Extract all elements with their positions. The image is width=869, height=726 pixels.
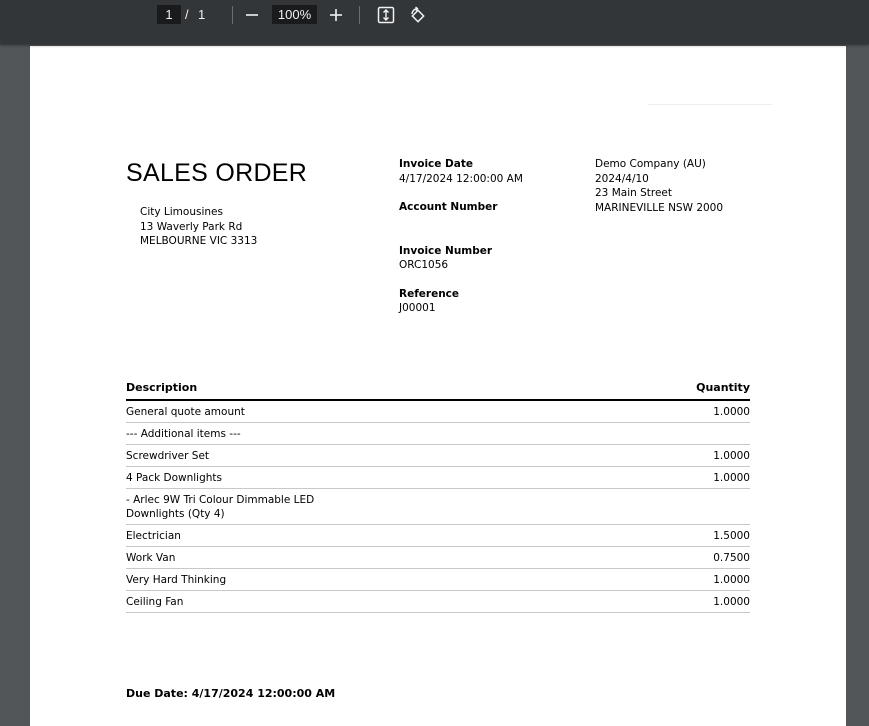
pdf-page: SALES ORDER City Limousines 13 Waverly P… (30, 46, 846, 726)
invoice-number-label: Invoice Number (399, 244, 493, 257)
fit-page-button[interactable] (375, 4, 397, 26)
company-street: 23 Main Street (595, 187, 673, 199)
row-description: 4 Pack Downlights (126, 472, 222, 484)
row-description: General quote amount (126, 406, 245, 418)
zoom-out-icon (246, 14, 258, 16)
row-quantity: 1.0000 (713, 406, 750, 418)
zoom-in-button[interactable] (325, 4, 347, 26)
company-name: Demo Company (AU) (595, 158, 706, 170)
zoom-level-input[interactable]: 100% (272, 5, 317, 24)
table-row: 4 Pack Downlights 1.0000 (126, 467, 750, 489)
line-items-table: Description Quantity General quote amoun… (126, 381, 750, 613)
header-rule (648, 104, 772, 105)
table-header: Description Quantity (126, 381, 750, 401)
row-description: --- Additional items --- (126, 428, 241, 440)
table-row: General quote amount 1.0000 (126, 401, 750, 423)
toolbar-divider (232, 6, 233, 24)
column-header-quantity: Quantity (696, 381, 750, 394)
fit-page-icon (377, 6, 395, 24)
customer-name: City Limousines (140, 206, 223, 218)
row-description: Ceiling Fan (126, 596, 184, 608)
reference-label: Reference (399, 287, 460, 300)
table-row: Ceiling Fan 1.0000 (126, 591, 750, 613)
row-quantity: 1.0000 (713, 450, 750, 462)
toolbar-divider (359, 6, 360, 24)
row-quantity: 1.0000 (713, 472, 750, 484)
page-number-input[interactable]: 1 (157, 5, 181, 24)
row-quantity: 1.0000 (713, 596, 750, 608)
invoice-number-value: ORC1056 (399, 259, 449, 271)
viewer-background-left (0, 44, 30, 709)
customer-address-line1: 13 Waverly Park Rd (140, 220, 243, 233)
row-description: Work Van (126, 552, 176, 564)
pdf-toolbar: 1 / 1 100% (0, 0, 869, 44)
invoice-details: Invoice Date 4/17/2024 12:00:00 AM Accou… (399, 157, 523, 330)
rotate-icon (411, 6, 425, 23)
page-separator: / (185, 7, 189, 22)
zoom-out-button[interactable] (241, 4, 263, 26)
company-date: 2024/4/10 (595, 172, 649, 185)
column-header-description: Description (126, 381, 198, 394)
table-row: Work Van 0.7500 (126, 547, 750, 569)
account-number-label: Account Number (399, 201, 498, 213)
zoom-in-icon (330, 9, 342, 21)
document-title: SALES ORDER (126, 159, 308, 187)
row-description: Screwdriver Set (126, 450, 210, 462)
rotate-button[interactable] (406, 4, 428, 26)
reference-value: J00001 (399, 302, 436, 314)
invoice-date-label: Invoice Date (399, 158, 473, 170)
row-quantity: 1.5000 (713, 530, 750, 542)
invoice-date-value: 4/17/2024 12:00:00 AM (399, 172, 523, 185)
total-pages: 1 (198, 7, 206, 22)
customer-address: City Limousines 13 Waverly Park Rd MELBO… (140, 205, 257, 249)
company-city: MARINEVILLE NSW 2000 (595, 201, 724, 214)
table-row: --- Additional items --- (126, 423, 750, 445)
table-row: Very Hard Thinking 1.0000 (126, 569, 750, 591)
customer-address-line2: MELBOURNE VIC 3313 (140, 235, 258, 247)
table-row: - Arlec 9W Tri Colour Dimmable LED Downl… (126, 489, 750, 525)
row-description: - Arlec 9W Tri Colour Dimmable LED Downl… (126, 494, 315, 520)
row-quantity: 0.7500 (713, 552, 750, 564)
row-description: Very Hard Thinking (126, 574, 227, 586)
table-row: Electrician 1.5000 (126, 525, 750, 547)
table-row: Screwdriver Set 1.0000 (126, 445, 750, 467)
company-address: Demo Company (AU) 2024/4/10 23 Main Stre… (595, 157, 723, 215)
row-description: Electrician (126, 530, 181, 542)
viewer-background-right (846, 44, 869, 709)
row-quantity: 1.0000 (713, 574, 750, 586)
due-date: Due Date: 4/17/2024 12:00:00 AM (126, 687, 336, 700)
